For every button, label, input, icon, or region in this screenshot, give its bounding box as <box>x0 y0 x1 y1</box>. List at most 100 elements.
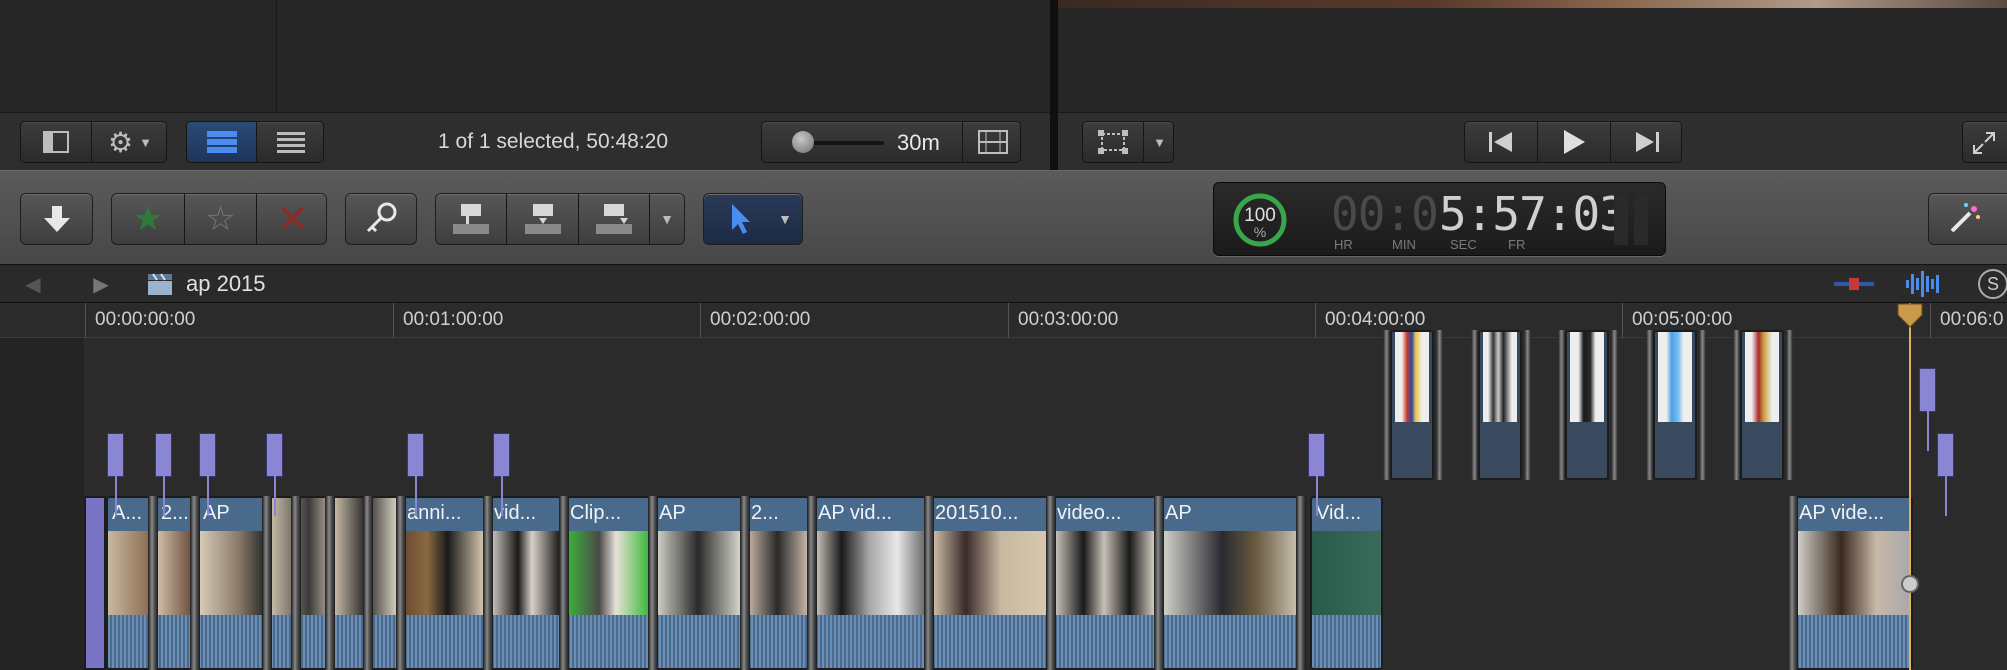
timeline-clip[interactable]: Clip... <box>564 496 651 670</box>
chevron-down-icon: ▼ <box>778 211 792 227</box>
ruler-label: 00:04:00:00 <box>1325 309 1426 330</box>
audio-waveform-icon[interactable] <box>1900 267 1948 301</box>
marker[interactable] <box>493 433 510 516</box>
previous-edit-button[interactable] <box>1465 122 1537 162</box>
connected-clip[interactable] <box>1390 330 1434 480</box>
browser-divider <box>276 0 277 112</box>
connected-clip[interactable] <box>1478 330 1522 480</box>
timeline-clip[interactable]: AP <box>1159 496 1299 670</box>
clip-thumbnail <box>814 531 925 615</box>
timeline-clip[interactable]: vid... <box>488 496 562 670</box>
timeline-clip[interactable]: 2... <box>155 496 195 670</box>
video-only-icon[interactable] <box>1830 269 1878 299</box>
clapperboard-icon <box>146 271 174 297</box>
audio-waveform <box>108 615 151 668</box>
effects-browser-button[interactable] <box>1928 193 2007 245</box>
insert-clip-button[interactable] <box>507 194 578 244</box>
connect-clip-button[interactable] <box>436 194 506 244</box>
tool-selector[interactable]: ▼ <box>703 193 803 245</box>
audio-waveform <box>403 615 484 668</box>
reject-button[interactable]: ✕ <box>257 194 328 244</box>
view-mode-controls <box>186 121 324 163</box>
next-edit-button[interactable] <box>1611 122 1683 162</box>
chevron-down-icon: ▼ <box>1153 134 1166 150</box>
audio-waveform <box>566 615 649 668</box>
chevron-down-icon: ▼ <box>139 134 152 150</box>
fullscreen-button[interactable] <box>1962 121 2007 163</box>
gear-icon: ⚙ <box>108 126 134 158</box>
marker[interactable] <box>1308 433 1325 516</box>
timeline-clip[interactable]: AP vid... <box>812 496 927 670</box>
append-clip-button[interactable] <box>579 194 649 244</box>
ruler-label: 00:06:0 <box>1940 309 2004 330</box>
audio-waveform <box>747 615 808 668</box>
timecode-label-min: MIN <box>1392 237 1416 252</box>
timecode-dim-digits: 00:0 <box>1331 187 1439 241</box>
marker[interactable] <box>1919 368 1936 451</box>
transform-button[interactable] <box>1083 122 1143 162</box>
ruler-label: 00:02:00:00 <box>710 309 811 330</box>
marker[interactable] <box>107 433 124 516</box>
audio-waveform <box>1312 615 1381 668</box>
snapping-icon[interactable]: S <box>1978 269 2007 299</box>
marker[interactable] <box>1937 433 1954 516</box>
playhead-handle-icon[interactable] <box>1896 303 1924 329</box>
filmstrip-view-button[interactable] <box>187 122 256 162</box>
show-libraries-button[interactable] <box>21 122 91 162</box>
list-view-button[interactable] <box>257 122 325 162</box>
marker[interactable] <box>407 433 424 516</box>
clip-appearance-button[interactable] <box>963 122 1022 162</box>
connected-clip[interactable] <box>1740 330 1784 480</box>
audio-waveform <box>655 615 741 668</box>
x-icon: ✕ <box>276 198 309 241</box>
edit-mode-menu-button[interactable]: ▼ <box>650 194 684 244</box>
ruler-label: 00:03:00:00 <box>1018 309 1119 330</box>
audio-waveform <box>1161 615 1297 668</box>
timeline-clip[interactable]: AP <box>197 496 267 670</box>
unrate-button[interactable]: ☆ <box>185 194 256 244</box>
timeline-clip[interactable]: AP vide... <box>1793 496 1913 670</box>
panel-divider[interactable] <box>1050 0 1058 170</box>
viewer-image <box>1058 0 2007 8</box>
transform-icon <box>1098 130 1128 154</box>
skimmer-handle[interactable] <box>1901 575 1919 593</box>
clip-thumbnail <box>1053 531 1155 615</box>
playhead-line[interactable] <box>1909 303 1911 670</box>
keyword-editor-button[interactable] <box>345 193 417 245</box>
forward-arrow-icon[interactable]: ▶ <box>88 271 114 297</box>
zoom-label: 30m <box>897 130 940 155</box>
timeline-clip[interactable]: 201510... <box>929 496 1049 670</box>
clip-thumbnail <box>655 531 741 615</box>
ruler-label: 00:00:00:00 <box>95 309 196 330</box>
event-browser: ⚙ ▼ 1 of 1 selected, 50:48:20 30m <box>0 0 1050 170</box>
clip-start-handle[interactable] <box>84 496 106 670</box>
connected-clip[interactable] <box>1565 330 1609 480</box>
timeline-clip[interactable]: A... <box>106 496 153 670</box>
clip-thumbnail <box>931 531 1047 615</box>
percent-sign: % <box>1253 224 1267 240</box>
insert-icon <box>524 204 561 234</box>
timeline-clip[interactable]: Vid... <box>1310 496 1383 670</box>
timeline-header: ◀ ▶ ap 2015 S <box>0 265 2007 303</box>
connected-clip[interactable] <box>1653 330 1697 480</box>
zoom-slider-handle[interactable] <box>792 131 814 153</box>
import-button[interactable] <box>20 193 93 245</box>
transport-controls <box>1464 121 1682 163</box>
timecode-display[interactable]: 100 % 00:0 5:57:03 HR MIN SEC FR <box>1213 182 1666 256</box>
clip-thumbnail <box>157 531 193 615</box>
timeline-clip[interactable]: 2... <box>745 496 810 670</box>
append-icon <box>596 204 632 234</box>
marker[interactable] <box>155 433 172 516</box>
play-button[interactable] <box>1538 122 1610 162</box>
back-arrow-icon[interactable]: ◀ <box>20 271 46 297</box>
clip-thumbnail <box>1312 531 1381 615</box>
favorite-button[interactable]: ★ <box>112 194 184 244</box>
audio-waveform <box>490 615 560 668</box>
timeline-clip[interactable]: anni... <box>401 496 486 670</box>
action-menu-button[interactable]: ⚙ ▼ <box>92 122 168 162</box>
transform-menu-button[interactable]: ▼ <box>1144 122 1175 162</box>
timeline-clip[interactable]: video... <box>1051 496 1157 670</box>
marker[interactable] <box>199 433 216 516</box>
timeline-clip[interactable]: AP <box>653 496 743 670</box>
marker[interactable] <box>266 433 283 516</box>
